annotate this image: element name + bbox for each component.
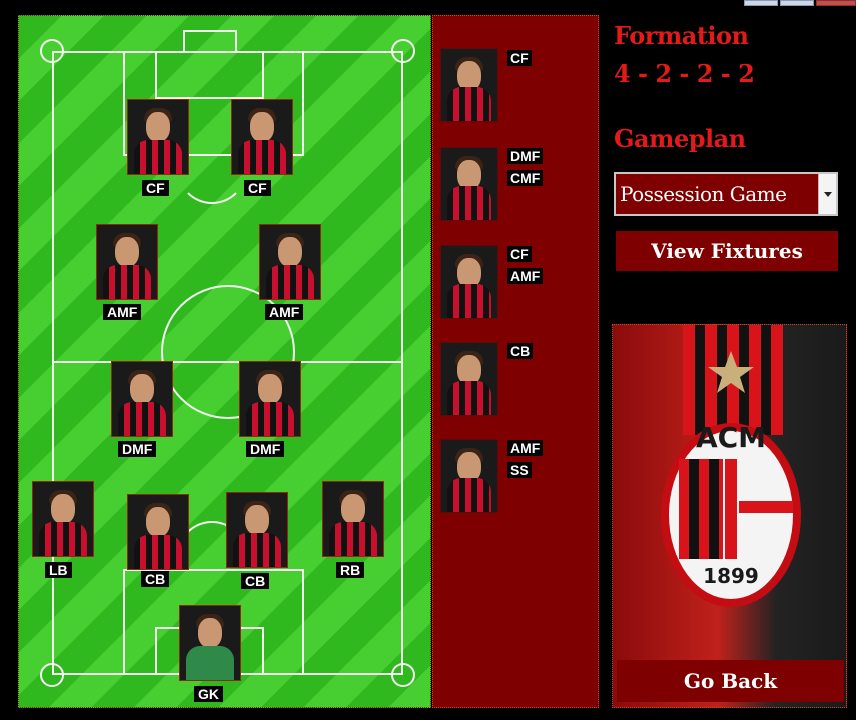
player-face	[245, 505, 269, 535]
bench-position-tag: CB	[507, 343, 534, 359]
crest-letters: ACM	[696, 421, 766, 454]
player-kit	[447, 381, 491, 415]
go-back-button[interactable]: Go Back	[617, 660, 844, 702]
close-icon[interactable]	[816, 0, 856, 6]
position-label: GK	[194, 686, 223, 702]
player-face	[278, 237, 302, 267]
player-kit	[329, 522, 377, 556]
position-label: CB	[241, 573, 270, 589]
player-kit	[246, 402, 294, 436]
formation-value: 4 - 2 - 2 - 2	[614, 59, 755, 88]
acm-crest-icon: ACM 1899	[661, 325, 801, 607]
bench-position-tag: AMF	[507, 440, 544, 456]
app-window: CF CF AMF AMF DMF DMF LB CB CB RB GK CF …	[0, 0, 856, 720]
player-kit	[134, 140, 182, 174]
player-face	[258, 374, 282, 404]
bench-player-card[interactable]	[440, 48, 498, 122]
player-card[interactable]	[127, 99, 189, 175]
bench-position-tag: CF	[507, 246, 532, 262]
position-label: DMF	[118, 441, 157, 457]
player-face	[198, 618, 222, 648]
corner-arc-br	[391, 663, 415, 687]
bench-position-tag: DMF	[507, 148, 544, 164]
player-card[interactable]	[32, 481, 94, 557]
player-card[interactable]	[322, 481, 384, 557]
player-kit	[238, 140, 286, 174]
gameplan-dropdown[interactable]: Possession Game	[614, 172, 838, 216]
player-face	[341, 494, 365, 524]
player-kit	[39, 522, 87, 556]
player-face	[250, 112, 274, 142]
player-kit	[233, 533, 281, 567]
position-label: AMF	[265, 304, 304, 320]
player-face	[130, 374, 154, 404]
player-face	[146, 112, 170, 142]
corner-arc-tl	[40, 39, 64, 63]
player-card[interactable]	[127, 494, 189, 570]
corner-arc-bl	[40, 663, 64, 687]
top-goal-box	[155, 51, 264, 99]
player-kit	[447, 186, 491, 220]
bench-position-tag: CMF	[507, 170, 544, 186]
player-kit	[447, 284, 491, 318]
position-label: CB	[141, 571, 170, 587]
view-fixtures-button[interactable]: View Fixtures	[616, 231, 838, 271]
crest-year: 1899	[703, 564, 759, 588]
player-card[interactable]	[259, 224, 321, 300]
bench-position-tag: CF	[507, 50, 532, 66]
position-label: CF	[142, 180, 169, 196]
crest-stripes	[679, 459, 723, 559]
corner-arc-tr	[391, 39, 415, 63]
player-face	[115, 237, 139, 267]
club-crest-panel: ACM 1899 Go Back	[612, 324, 847, 708]
player-kit	[447, 478, 491, 512]
player-kit	[134, 535, 182, 569]
chevron-down-icon[interactable]	[818, 174, 836, 214]
player-card[interactable]	[179, 605, 241, 681]
player-kit	[447, 87, 491, 121]
maximize-icon[interactable]	[780, 0, 814, 6]
bench-player-card[interactable]	[440, 245, 498, 319]
bench-player-card[interactable]	[440, 439, 498, 513]
position-label: DMF	[246, 441, 285, 457]
bench-player-card[interactable]	[440, 342, 498, 416]
bench-position-tag: SS	[507, 462, 532, 478]
gameplan-label: Gameplan	[614, 124, 746, 153]
bench-position-tag: AMF	[507, 268, 544, 284]
bench-player-card[interactable]	[440, 147, 498, 221]
position-label: AMF	[103, 304, 142, 320]
minimize-icon[interactable]	[744, 0, 778, 6]
position-label: CF	[244, 180, 271, 196]
player-kit	[266, 265, 314, 299]
player-kit	[103, 265, 151, 299]
formation-label: Formation	[614, 21, 749, 50]
gameplan-selected-value: Possession Game	[620, 182, 787, 206]
player-kit	[186, 646, 234, 680]
player-card[interactable]	[96, 224, 158, 300]
position-label: RB	[336, 562, 365, 578]
player-card[interactable]	[231, 99, 293, 175]
player-face	[146, 507, 170, 537]
player-card[interactable]	[111, 361, 173, 437]
player-face	[51, 494, 75, 524]
top-goal	[183, 30, 237, 51]
player-card[interactable]	[239, 361, 301, 437]
position-label: LB	[45, 562, 72, 578]
window-controls	[742, 0, 856, 6]
player-card[interactable]	[226, 492, 288, 568]
player-kit	[118, 402, 166, 436]
